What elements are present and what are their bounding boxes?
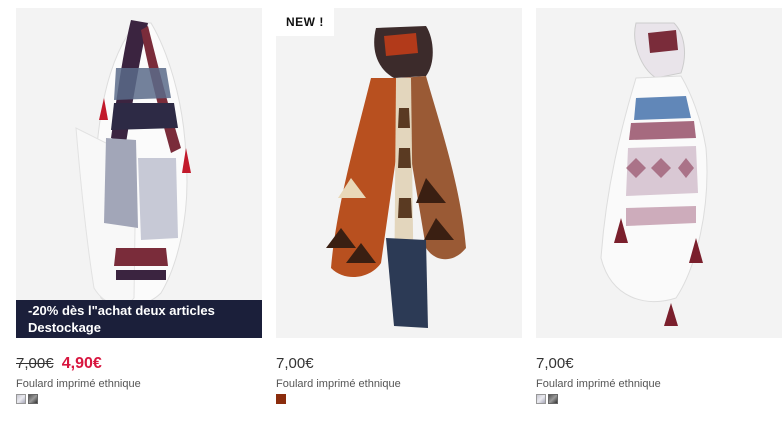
price-row: 7,00€ 4,90€ [16, 354, 262, 374]
product-name[interactable]: Foulard imprimé ethnique [276, 377, 522, 391]
product-name[interactable]: Foulard imprimé ethnique [16, 377, 262, 391]
product-card-2[interactable]: NEW ! 7,00€ Foulard imprimé ethnique [276, 0, 522, 406]
price: 7,00€ [536, 355, 574, 372]
color-swatches [16, 394, 262, 406]
scarf-illustration-2 [276, 8, 522, 338]
swatch-dark-multicolor[interactable] [548, 394, 558, 404]
product-image-3[interactable] [536, 8, 782, 338]
scarf-illustration-3 [536, 8, 782, 338]
promo-banner[interactable]: -20% dès l"achat deux articles Destockag… [16, 300, 262, 338]
promo-text-line1: -20% dès l"achat deux articles [28, 303, 215, 318]
sale-price: 4,90€ [61, 355, 102, 372]
product-name[interactable]: Foulard imprimé ethnique [536, 377, 782, 391]
price-row: 7,00€ [276, 354, 522, 374]
price-row: 7,00€ [536, 354, 782, 374]
price: 7,00€ [276, 355, 314, 372]
swatch-rust-brown[interactable] [276, 394, 286, 404]
product-card-3[interactable]: 7,00€ Foulard imprimé ethnique [536, 0, 782, 406]
swatch-grey-multicolor[interactable] [536, 394, 546, 404]
scarf-illustration-1 [16, 8, 262, 338]
swatch-grey-multicolor[interactable] [16, 394, 26, 404]
old-price: 7,00€ [16, 355, 54, 372]
promo-text-line2: Destockage [28, 320, 101, 335]
product-image-2[interactable]: NEW ! [276, 8, 522, 338]
color-swatches [276, 394, 522, 406]
new-badge: NEW ! [276, 8, 334, 36]
product-image-1[interactable]: -20% dès l"achat deux articles Destockag… [16, 8, 262, 338]
product-card-1[interactable]: -20% dès l"achat deux articles Destockag… [16, 0, 262, 406]
color-swatches [536, 394, 782, 406]
swatch-dark-multicolor[interactable] [28, 394, 38, 404]
